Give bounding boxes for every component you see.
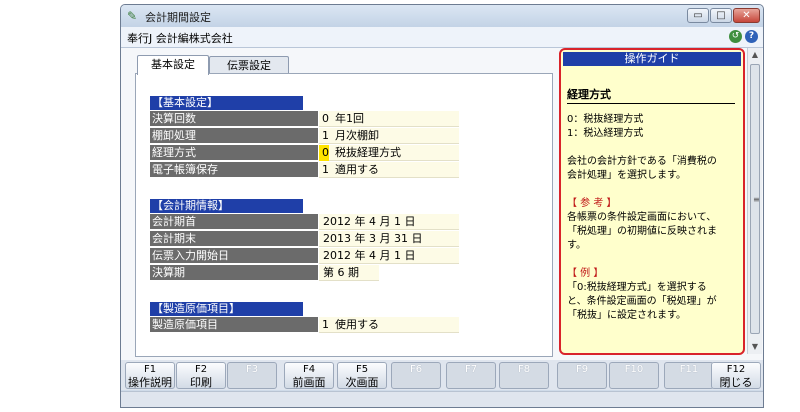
f2-print-button[interactable]: F2 印刷 [176,362,226,389]
settings-panel: 【基本設定】 決算回数 0 年1回 棚卸処理 1 月次棚卸 経理方式 0 税抜経理方式… [135,73,553,357]
field-value: 月次棚卸 [335,129,379,142]
fkey-label: 印刷 [190,376,212,389]
field-label-fiscal-term: 決算期 [150,265,318,281]
help-icon[interactable]: ? [745,30,758,43]
guide-line: 0：税抜経理方式 [567,114,644,125]
fkey-number: F7 [464,364,478,375]
f4-previous-screen-button[interactable]: F4 前画面 [284,362,334,389]
fkey-label: 閉じる [719,376,753,389]
field-code: 1 [322,318,329,331]
guide-line: 会社の会計方針である「消費税の [567,156,717,167]
f5-next-screen-button[interactable]: F5 次画面 [337,362,387,389]
section-header-basic: 【基本設定】 [150,96,303,110]
fkey-number: F9 [575,364,589,375]
fkey-number: F5 [355,364,369,375]
grip-icon: ≡ [753,195,760,204]
title-bar[interactable]: ✎ 会計期間設定 ▭ □ ✕ [121,5,763,27]
guide-reference-heading: 【 参 考 】 [567,198,617,209]
function-key-bar: F1 操作説明 F2 印刷 F3 F4 前画面 F5 次画面 F6 F7 F8 F9 F… [121,360,763,390]
f9-button: F9 [557,362,607,389]
status-bar [121,391,763,407]
main-window: ✎ 会計期間設定 ▭ □ ✕ 奉行J 会計編株式会社 ↺ ? 基本設定 伝票設定… [120,4,764,408]
field-label-manufacturing-cost: 製造原価項目 [150,317,318,333]
guide-topic: 経理方式 [567,88,611,101]
guide-line: 「0:税抜経理方式」を選択する [567,282,707,293]
guide-scrollbar[interactable]: ▲ ≡ ▼ [747,48,762,354]
fkey-label: 次画面 [345,376,379,389]
field-code: 1 [322,163,329,176]
fkey-number: F2 [194,364,208,375]
maximize-button[interactable]: □ [710,8,732,23]
guide-line: 会計処理」を選択します。 [567,170,686,181]
guide-line: と、条件設定画面の「税処理」が [567,296,717,307]
f12-close-button[interactable]: F12 閉じる [711,362,761,389]
field-accounting-method[interactable]: 0 税抜経理方式 [319,145,459,161]
fkey-number: F4 [302,364,316,375]
fkey-number: F3 [245,364,259,375]
field-period-start: 2012 年 4 月 1 日 [319,214,459,230]
field-value: 適用する [335,163,379,176]
fkey-number: F11 [679,364,699,375]
field-label-entry-start: 伝票入力開始日 [150,248,318,264]
f11-button: F11 [664,362,714,389]
field-label-period-end: 会計期末 [150,231,318,247]
close-button[interactable]: ✕ [733,8,760,23]
guide-line: 「税抜」に設定されます。 [567,310,686,321]
company-bar: 奉行J 会計編株式会社 ↺ ? [121,27,763,48]
field-manufacturing-cost[interactable]: 1 使用する [319,317,459,333]
field-period-end: 2013 年 3 月 31 日 [319,231,459,247]
f1-help-button[interactable]: F1 操作説明 [125,362,175,389]
f7-button: F7 [446,362,496,389]
field-fiscal-term: 第 6 期 [319,265,379,281]
guide-divider [567,103,735,104]
scroll-down-icon[interactable]: ▼ [748,340,762,354]
fkey-number: F1 [143,364,157,375]
f8-button: F8 [499,362,549,389]
scroll-thumb[interactable]: ≡ [750,64,760,334]
fkey-number: F8 [517,364,531,375]
fkey-label: 操作説明 [128,376,172,389]
field-label-e-book: 電子帳簿保存 [150,162,318,178]
guide-line: 各帳票の条件設定画面において、 [567,212,717,223]
fkey-label: 前画面 [292,376,326,389]
field-value: 税抜経理方式 [335,146,401,159]
section-header-manufacturing: 【製造原価項目】 [150,302,303,316]
tab-voucher-settings[interactable]: 伝票設定 [209,56,289,74]
field-label-inventory: 棚卸処理 [150,128,318,144]
field-inventory[interactable]: 1 月次棚卸 [319,128,459,144]
f3-button: F3 [227,362,277,389]
field-code: 1 [322,129,329,142]
fkey-number: F10 [624,364,644,375]
section-header-period: 【会計期情報】 [150,199,303,213]
back-icon[interactable]: ↺ [729,30,742,43]
field-entry-start: 2012 年 4 月 1 日 [319,248,459,264]
fkey-number: F12 [726,364,746,375]
guide-line: 「税処理」の初期値に反映されま [567,226,717,237]
field-value: 年1回 [335,112,364,125]
app-icon: ✎ [127,9,138,23]
guide-header: 操作ガイド [563,52,741,66]
operation-guide: 操作ガイド 経理方式 0：税抜経理方式 1：税込経理方式 会社の会計方針である「… [559,48,745,355]
field-label-period-start: 会計期首 [150,214,318,230]
field-value: 使用する [335,318,379,331]
window-title: 会計期間設定 [145,11,211,24]
content-area: 基本設定 伝票設定 【基本設定】 決算回数 0 年1回 棚卸処理 1 月次棚卸 経理… [121,48,763,360]
company-name: 奉行J 会計編株式会社 [127,32,233,45]
tab-basic-settings[interactable]: 基本設定 [137,55,209,75]
field-code-focused[interactable]: 0 [319,145,329,161]
field-settlement-count[interactable]: 0 年1回 [319,111,459,127]
f6-button: F6 [391,362,441,389]
guide-line: 1：税込経理方式 [567,128,644,139]
scroll-up-icon[interactable]: ▲ [748,48,762,62]
guide-line: す。 [567,240,586,251]
field-label-accounting-method: 経理方式 [150,145,318,161]
field-code: 0 [322,112,329,125]
guide-example-heading: 【 例 】 [567,268,604,279]
f10-button: F10 [609,362,659,389]
field-label-settlement-count: 決算回数 [150,111,318,127]
field-e-book[interactable]: 1 適用する [319,162,459,178]
fkey-number: F6 [409,364,423,375]
minimize-button[interactable]: ▭ [687,8,709,23]
